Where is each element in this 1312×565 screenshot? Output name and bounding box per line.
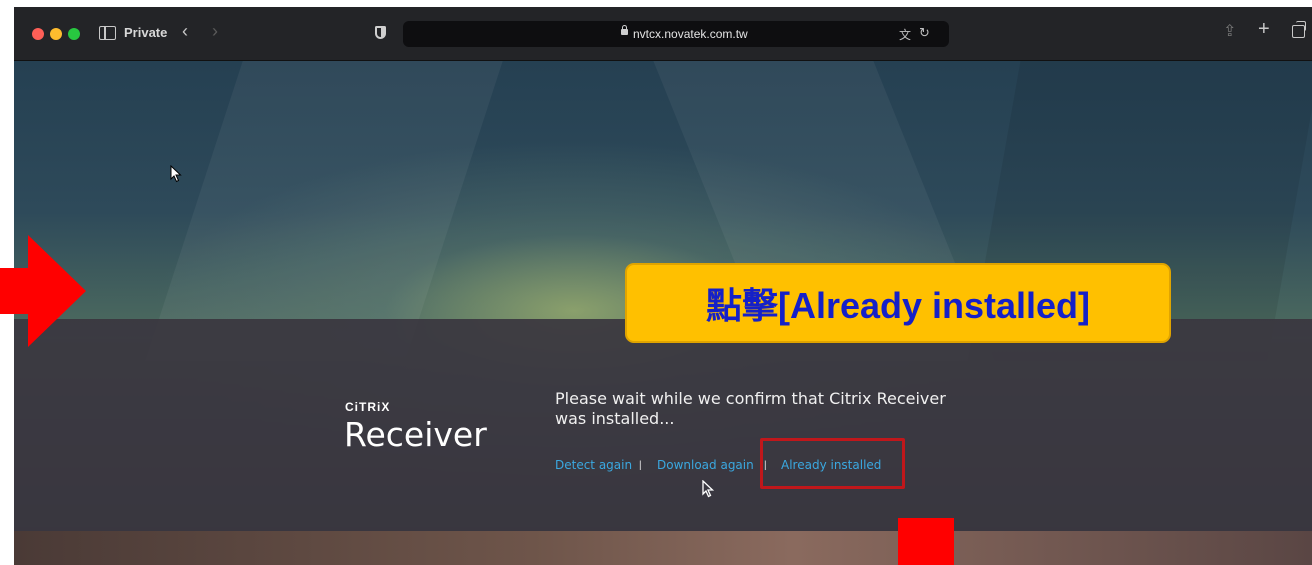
red-marker-square <box>898 518 954 565</box>
mouse-pointer-icon <box>702 480 715 498</box>
new-tab-plus-icon[interactable]: + <box>1258 18 1270 41</box>
browser-toolbar: Private ‹ › nvtcx.novatek.com.tw 文 ↻ ⇪ + <box>14 7 1312 61</box>
callout-text: 點擊[Already installed] <box>705 285 1091 326</box>
status-message: Please wait while we confirm that Citrix… <box>555 389 946 428</box>
lock-icon <box>621 25 628 35</box>
shield-icon[interactable] <box>375 26 386 39</box>
background-strip <box>14 531 1312 565</box>
zoom-window-button[interactable] <box>68 28 80 40</box>
already-installed-highlight-box <box>760 438 905 489</box>
private-mode-label: Private <box>124 25 168 40</box>
instruction-callout: 點擊[Already installed] <box>625 263 1171 343</box>
share-icon[interactable]: ⇪ <box>1223 21 1236 41</box>
red-arrow-icon <box>0 235 86 347</box>
product-title: Receiver <box>344 415 487 454</box>
minimize-window-button[interactable] <box>50 28 62 40</box>
url-text: nvtcx.novatek.com.tw <box>633 27 748 41</box>
detect-again-link[interactable]: Detect again <box>555 458 632 472</box>
close-window-button[interactable] <box>32 28 44 40</box>
forward-arrow-icon[interactable]: › <box>212 21 218 42</box>
tabs-overview-icon[interactable] <box>1292 21 1306 38</box>
translate-icon[interactable]: 文 <box>899 26 911 43</box>
back-arrow-icon[interactable]: ‹ <box>182 21 188 42</box>
mouse-pointer-icon <box>170 165 182 183</box>
reload-icon[interactable]: ↻ <box>919 25 930 41</box>
screenshot: Private ‹ › nvtcx.novatek.com.tw 文 ↻ ⇪ +… <box>0 0 1312 565</box>
download-again-link[interactable]: Download again <box>657 458 754 472</box>
link-separator: | <box>639 460 642 471</box>
citrix-logo: CiTRiX <box>345 400 391 414</box>
address-bar[interactable]: nvtcx.novatek.com.tw 文 ↻ <box>403 21 949 47</box>
sidebar-icon[interactable] <box>99 26 116 40</box>
